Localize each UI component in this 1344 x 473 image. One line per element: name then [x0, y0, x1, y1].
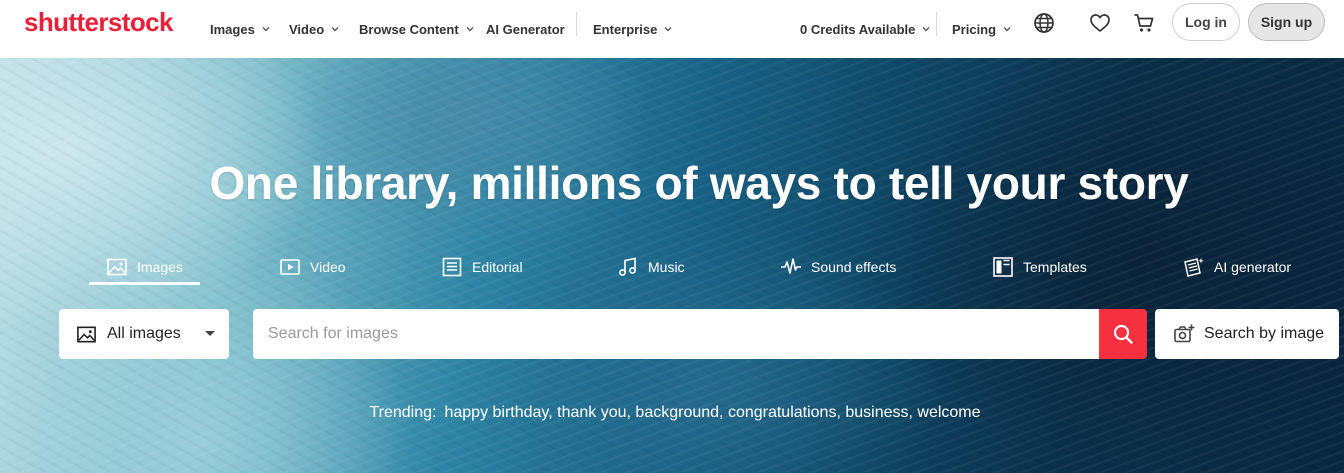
trending-link[interactable]: thank you — [557, 404, 626, 421]
nav-enterprise[interactable]: Enterprise — [593, 14, 673, 44]
chevron-down-icon — [330, 24, 340, 34]
video-icon — [279, 256, 301, 278]
nav-images[interactable]: Images — [210, 14, 271, 44]
trending-link[interactable]: congratulations — [728, 404, 837, 421]
chevron-down-icon — [465, 24, 475, 34]
nav-divider — [936, 12, 937, 36]
nav-browse-content-label: Browse Content — [359, 21, 459, 37]
search-input[interactable] — [253, 309, 1100, 359]
waveform-icon — [780, 256, 802, 278]
nav-images-label: Images — [210, 21, 255, 37]
credits-dropdown[interactable]: 0 Credits Available — [800, 14, 931, 44]
tab-images-label: Images — [137, 259, 183, 275]
trending-searches: Trending: happy birthday, thank you, back… — [369, 404, 981, 421]
tab-editorial-label: Editorial — [472, 259, 523, 275]
image-icon — [106, 256, 128, 278]
tab-images[interactable]: Images — [106, 250, 183, 284]
tab-templates[interactable]: Templates — [992, 250, 1087, 284]
tab-templates-label: Templates — [1023, 259, 1087, 275]
hero-banner: One library, millions of ways to tell yo… — [0, 58, 1344, 473]
tab-sound-effects-label: Sound effects — [811, 259, 897, 275]
heart-icon[interactable] — [1088, 11, 1112, 35]
nav-divider — [576, 12, 577, 36]
tab-video[interactable]: Video — [279, 250, 346, 284]
nav-ai-generator-label: AI Generator — [486, 21, 565, 37]
globe-icon[interactable] — [1032, 11, 1056, 35]
trending-link[interactable]: background — [635, 404, 719, 421]
trending-label: Trending: — [369, 404, 437, 421]
music-icon — [617, 256, 639, 278]
chevron-down-icon — [1002, 24, 1012, 34]
templates-icon — [992, 256, 1014, 278]
tab-ai-generator[interactable]: AI generator — [1183, 250, 1291, 284]
search-icon — [1113, 324, 1133, 344]
asset-type-select[interactable]: All images — [59, 309, 229, 359]
active-tab-indicator — [89, 282, 200, 285]
nav-video[interactable]: Video — [289, 14, 340, 44]
tab-music[interactable]: Music — [617, 250, 685, 284]
nav-ai-generator[interactable]: AI Generator — [486, 14, 565, 44]
pricing-label: Pricing — [952, 21, 997, 37]
search-button[interactable] — [1099, 309, 1147, 359]
login-button[interactable]: Log in — [1172, 3, 1240, 41]
trending-link[interactable]: welcome — [917, 404, 980, 421]
top-navigation: shutterstock Images Video Browse Content… — [0, 0, 1344, 58]
search-by-image-label: Search by image — [1204, 325, 1325, 342]
cart-icon[interactable] — [1132, 11, 1156, 35]
image-icon — [76, 324, 97, 345]
editorial-icon — [441, 256, 463, 278]
chevron-down-icon — [261, 24, 271, 34]
chevron-down-icon — [663, 24, 673, 34]
hero-headline: One library, millions of ways to tell yo… — [209, 157, 1189, 209]
asset-type-label: All images — [107, 325, 181, 342]
tab-editorial[interactable]: Editorial — [441, 250, 523, 284]
nav-browse-content[interactable]: Browse Content — [359, 14, 475, 44]
tab-sound-effects[interactable]: Sound effects — [780, 250, 896, 284]
tab-music-label: Music — [648, 259, 685, 275]
tab-ai-generator-label: AI generator — [1214, 259, 1292, 275]
signup-button[interactable]: Sign up — [1248, 3, 1325, 41]
nav-video-label: Video — [289, 21, 325, 37]
shutterstock-logo[interactable]: shutterstock — [24, 9, 173, 35]
chevron-down-icon — [921, 24, 931, 34]
nav-enterprise-label: Enterprise — [593, 21, 658, 37]
credits-label: 0 Credits Available — [800, 21, 916, 37]
search-by-image-button[interactable]: Search by image — [1155, 309, 1339, 359]
trending-link[interactable]: business — [845, 404, 908, 421]
trending-link[interactable]: happy birthday — [444, 404, 548, 421]
camera-plus-icon — [1173, 323, 1195, 345]
tab-video-label: Video — [310, 259, 346, 275]
ai-generator-icon — [1183, 256, 1205, 278]
pricing-dropdown[interactable]: Pricing — [952, 14, 1012, 44]
caret-down-icon — [205, 331, 215, 336]
